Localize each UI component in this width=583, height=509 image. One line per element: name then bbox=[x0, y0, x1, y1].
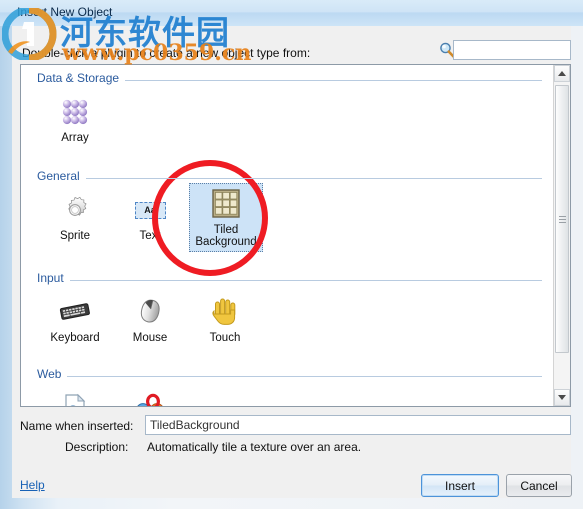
cancel-button[interactable]: Cancel bbox=[506, 474, 572, 497]
plugin-item-mouse[interactable]: Mouse bbox=[114, 291, 186, 344]
group-general: General Sprite Aa Text Tiled Background bbox=[21, 169, 554, 252]
description-label: Description: bbox=[65, 440, 129, 454]
group-title-data-storage: Data & Storage bbox=[37, 71, 126, 85]
mouse-icon bbox=[114, 295, 186, 329]
plugin-item-text[interactable]: Aa Text bbox=[114, 189, 186, 242]
plugin-item-label: Touch bbox=[209, 332, 241, 344]
group-title-web: Web bbox=[37, 367, 68, 381]
name-input-box[interactable] bbox=[145, 415, 571, 435]
group-rule bbox=[37, 178, 542, 179]
plugin-item-sprite[interactable]: Sprite bbox=[39, 189, 111, 242]
plugin-item-touch[interactable]: Touch bbox=[189, 291, 261, 344]
name-input[interactable] bbox=[146, 416, 570, 434]
gear-icon bbox=[39, 193, 111, 227]
chevron-up-icon bbox=[558, 71, 566, 76]
window-title: Insert New Object bbox=[17, 5, 113, 19]
html-page-icon bbox=[39, 391, 111, 406]
grip-icon bbox=[558, 214, 566, 225]
scroll-up-button[interactable] bbox=[554, 65, 570, 82]
title-bar: Insert New Object bbox=[0, 0, 583, 26]
group-rule bbox=[37, 280, 542, 281]
prompt-label: Double-click a plugin to create a new ob… bbox=[22, 46, 311, 60]
vertical-scrollbar[interactable] bbox=[553, 65, 570, 406]
group-header: Input bbox=[21, 271, 554, 289]
plugin-item-label: Array bbox=[61, 132, 89, 144]
plugin-item-label: Tiled Background bbox=[195, 224, 257, 248]
name-label: Name when inserted: bbox=[20, 419, 134, 433]
scrollbar-thumb[interactable] bbox=[555, 85, 569, 353]
text-aa-icon: Aa bbox=[114, 193, 186, 227]
plugin-item-browser[interactable] bbox=[114, 387, 186, 406]
scroll-down-button[interactable] bbox=[554, 389, 570, 406]
hand-icon bbox=[189, 295, 261, 329]
group-title-input: Input bbox=[37, 271, 70, 285]
group-data-storage: Data & Storage Array bbox=[21, 71, 554, 144]
plugin-item-array[interactable]: Array bbox=[39, 91, 111, 144]
plugin-item-html-page[interactable] bbox=[39, 387, 111, 406]
group-rule bbox=[37, 376, 542, 377]
group-title-general: General bbox=[37, 169, 86, 183]
insert-button[interactable]: Insert bbox=[421, 474, 499, 497]
plugin-list-inner: Data & Storage Array General Sprite Aa T… bbox=[21, 65, 554, 406]
chevron-down-icon bbox=[558, 395, 566, 400]
plugin-item-keyboard[interactable]: Keyboard bbox=[39, 291, 111, 344]
group-header: General bbox=[21, 169, 554, 187]
group-header: Data & Storage bbox=[21, 71, 554, 89]
group-input: Input Keyboard Mouse Touch bbox=[21, 271, 554, 344]
plugin-item-label: Mouse bbox=[132, 332, 168, 344]
plugin-item-label: Text bbox=[139, 230, 161, 242]
plugin-list-panel[interactable]: Data & Storage Array General Sprite Aa T… bbox=[20, 64, 571, 407]
description-value: Automatically tile a texture over an are… bbox=[147, 440, 362, 454]
plugin-item-label: Sprite bbox=[59, 230, 91, 242]
keyboard-icon bbox=[39, 295, 111, 329]
browser-icon bbox=[114, 391, 186, 406]
search-input[interactable] bbox=[454, 41, 570, 59]
help-link[interactable]: Help bbox=[20, 478, 45, 492]
plugin-item-tiled-background[interactable]: Tiled Background bbox=[189, 183, 263, 252]
group-web: Web bbox=[21, 367, 554, 406]
search-box[interactable] bbox=[453, 40, 571, 60]
plugin-item-label: Keyboard bbox=[50, 332, 100, 344]
group-header: Web bbox=[21, 367, 554, 385]
insert-new-object-dialog: Insert New Object Double-click a plugin … bbox=[0, 0, 583, 509]
tiled-background-icon bbox=[190, 187, 262, 221]
array-icon bbox=[39, 95, 111, 129]
